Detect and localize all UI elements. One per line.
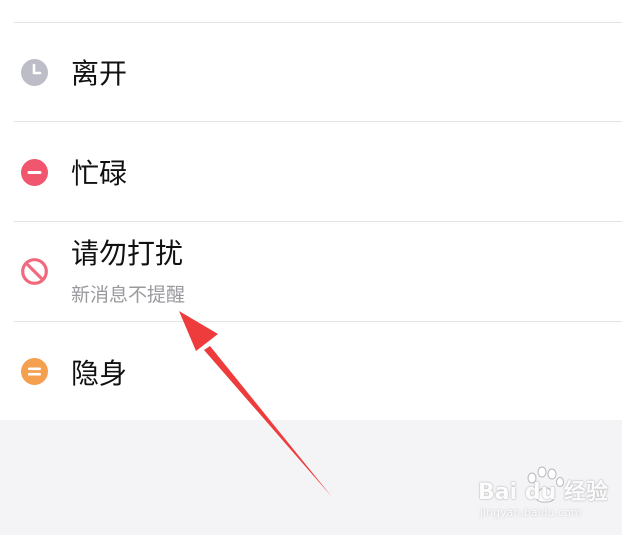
status-item-do-not-disturb[interactable]: 请勿打扰 新消息不提醒 bbox=[0, 222, 622, 320]
status-item-label: 离开 bbox=[71, 57, 128, 90]
status-item-label: 请勿打扰 bbox=[71, 237, 184, 270]
status-item-subtitle: 新消息不提醒 bbox=[71, 284, 186, 306]
status-item-invisible[interactable]: 隐身 bbox=[0, 322, 622, 420]
watermark-logo: Bai du 经验 jingyan.baidu.com bbox=[472, 466, 612, 526]
status-item-label: 隐身 bbox=[71, 357, 128, 390]
equals-circle-icon bbox=[21, 358, 48, 385]
minus-circle-icon bbox=[21, 159, 48, 186]
status-item-label: 忙碌 bbox=[71, 157, 128, 190]
clock-icon bbox=[21, 59, 48, 86]
status-list: 离开 忙碌 请勿打扰 新消息不提醒 隐身 bbox=[0, 0, 622, 420]
status-item-busy[interactable]: 忙碌 bbox=[0, 122, 622, 220]
status-item-away[interactable]: 离开 bbox=[0, 23, 622, 121]
watermark-text: Bai du 经验 bbox=[478, 480, 608, 505]
no-entry-icon bbox=[21, 258, 48, 285]
watermark-url: jingyan.baidu.com bbox=[480, 506, 582, 519]
